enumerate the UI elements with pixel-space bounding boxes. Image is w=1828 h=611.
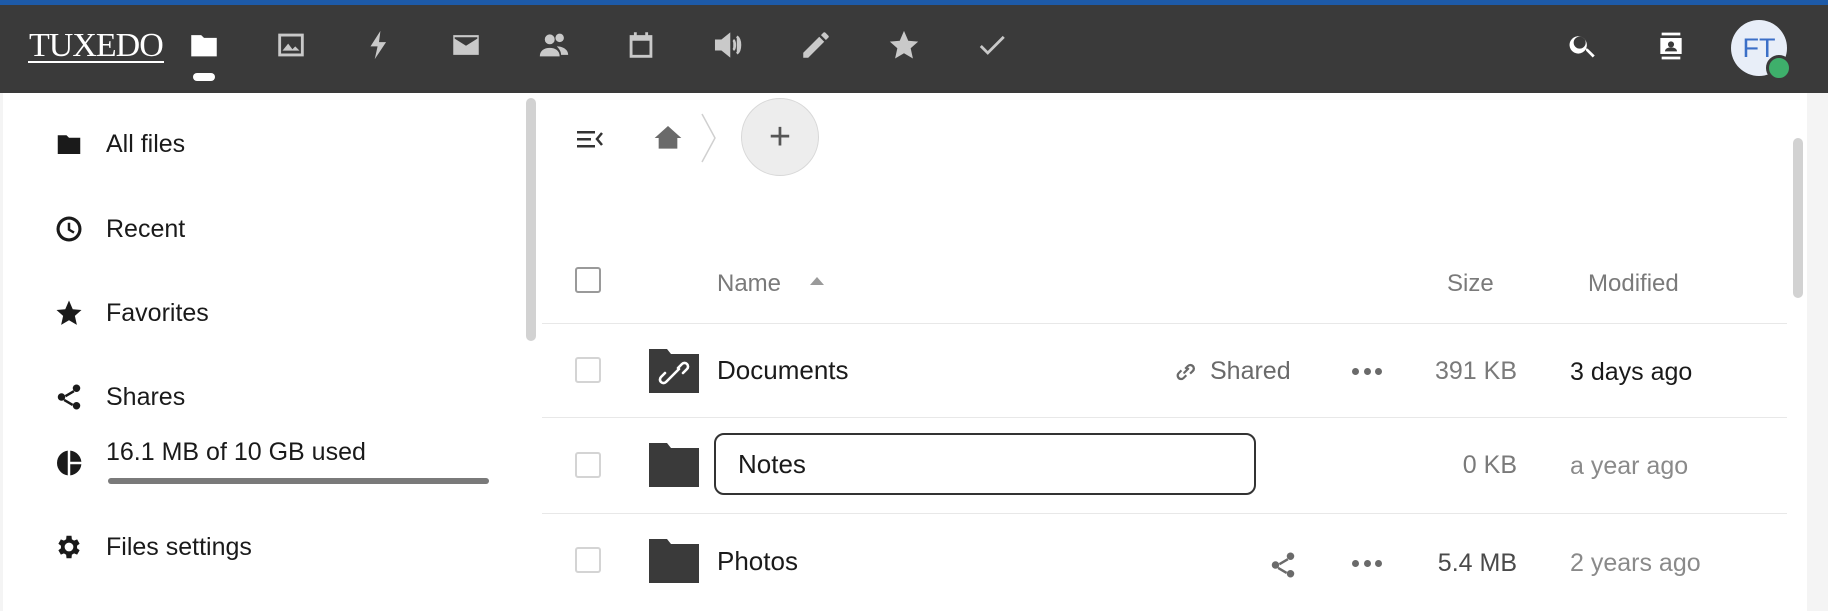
sidebar-item-label: Favorites: [106, 298, 209, 327]
bookmarks-icon[interactable]: [885, 26, 923, 64]
shared-label: Shared: [1210, 357, 1291, 385]
file-name[interactable]: Documents: [717, 355, 849, 386]
file-list-panel: [540, 93, 1807, 611]
file-size: 391 KB: [1434, 357, 1517, 385]
storage-quota[interactable]: 16.1 MB of 10 GB used: [52, 438, 366, 483]
clock-icon: [52, 212, 86, 246]
file-modified: 2 years ago: [1570, 549, 1701, 577]
file-modified: 3 days ago: [1570, 358, 1693, 386]
share-icon: [52, 380, 86, 414]
file-list-scrollbar[interactable]: [1793, 138, 1803, 298]
files-icon[interactable]: [185, 26, 223, 64]
app-logo[interactable]: TUXEDO: [28, 29, 164, 63]
new-item-button[interactable]: +: [741, 98, 819, 176]
contacts-icon[interactable]: [535, 26, 573, 64]
sidebar-item-label: Recent: [106, 214, 186, 243]
share-icon[interactable]: [1268, 550, 1298, 580]
file-size: 0 KB: [1462, 451, 1517, 479]
quota-progress-bar: [108, 478, 489, 484]
shared-folder-icon[interactable]: [649, 349, 699, 393]
sort-ascending-icon: [810, 277, 824, 285]
files-settings-button[interactable]: Files settings: [52, 527, 252, 567]
mail-icon[interactable]: [447, 26, 485, 64]
calendar-icon[interactable]: [622, 26, 660, 64]
rename-input[interactable]: [714, 433, 1256, 495]
select-all-checkbox[interactable]: [575, 267, 601, 293]
shared-link-button[interactable]: Shared: [1172, 357, 1291, 386]
sidebar-item-favorites[interactable]: Favorites: [52, 293, 209, 333]
row-checkbox[interactable]: [575, 357, 601, 383]
active-app-indicator: [193, 73, 215, 81]
link-icon: [1176, 363, 1196, 380]
row-checkbox[interactable]: [575, 547, 601, 573]
file-modified: a year ago: [1570, 452, 1689, 480]
column-header-modified[interactable]: Modified: [1588, 270, 1679, 298]
file-name[interactable]: Photos: [717, 546, 798, 577]
column-header-size[interactable]: Size: [1447, 270, 1494, 298]
folder-icon[interactable]: [649, 443, 699, 487]
header-divider: [542, 323, 1787, 324]
quota-label: 16.1 MB of 10 GB used: [106, 437, 366, 466]
gear-icon: [52, 530, 86, 564]
home-icon[interactable]: [652, 122, 684, 154]
sidebar-scrollbar[interactable]: [526, 98, 536, 341]
row-divider: [542, 417, 1787, 418]
row-checkbox[interactable]: [575, 452, 601, 478]
more-actions-button[interactable]: [1352, 560, 1382, 568]
contacts-menu-icon[interactable]: [1653, 28, 1689, 64]
toggle-navigation-button[interactable]: [574, 124, 604, 154]
sidebar-item-all-files[interactable]: All files: [52, 124, 185, 164]
folder-icon[interactable]: [649, 539, 699, 583]
announcements-icon[interactable]: [710, 26, 748, 64]
sidebar-item-shares[interactable]: Shares: [52, 377, 185, 417]
star-icon: [52, 296, 86, 330]
notes-icon[interactable]: [797, 26, 835, 64]
row-divider: [542, 513, 1787, 514]
pie-chart-icon: [52, 446, 86, 480]
sidebar-item-label: Files settings: [106, 532, 252, 561]
sidebar-item-label: All files: [106, 129, 186, 158]
quota-progress-fill: [108, 478, 489, 484]
photos-icon[interactable]: [272, 26, 310, 64]
column-header-name[interactable]: Name: [717, 270, 781, 298]
page-edge: [1807, 93, 1828, 611]
tasks-icon[interactable]: [973, 26, 1011, 64]
sidebar-item-recent[interactable]: Recent: [52, 209, 185, 249]
sidebar-item-label: Shares: [106, 382, 186, 411]
breadcrumb-separator: [700, 112, 718, 164]
folder-icon: [52, 127, 86, 161]
file-size: 5.4 MB: [1437, 549, 1517, 577]
online-status-badge: [1766, 55, 1792, 81]
activity-icon[interactable]: [360, 26, 398, 64]
search-icon[interactable]: [1565, 28, 1601, 64]
more-actions-button[interactable]: [1352, 368, 1382, 376]
